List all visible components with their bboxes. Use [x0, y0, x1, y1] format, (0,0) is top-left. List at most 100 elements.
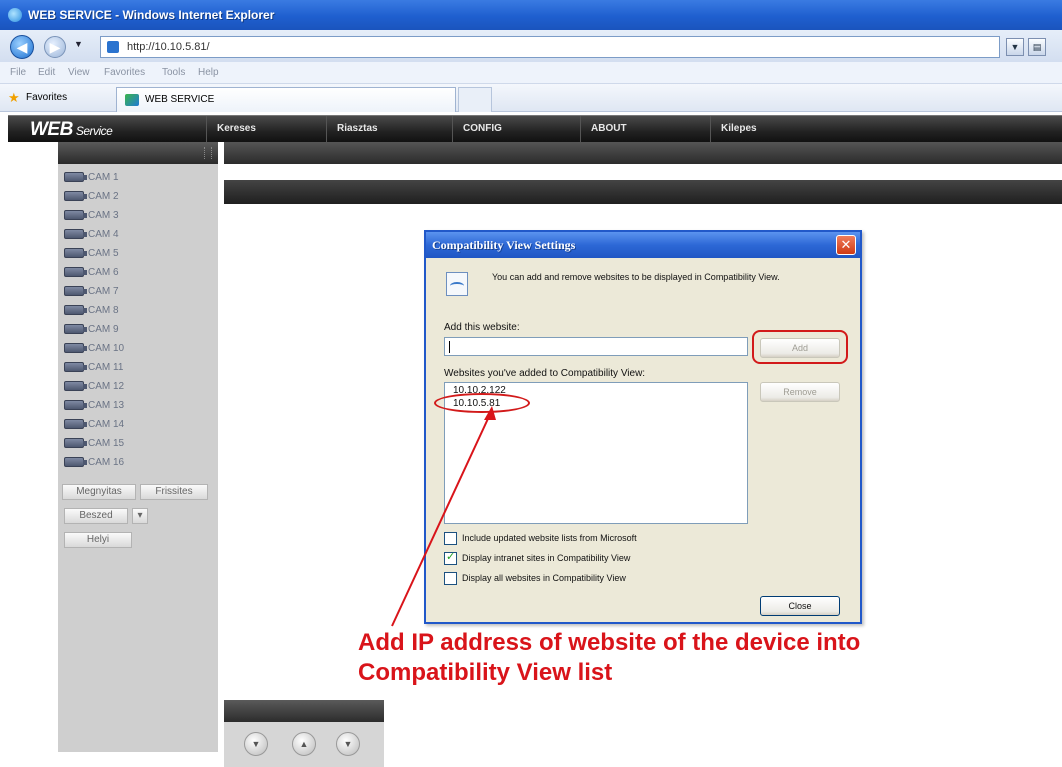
address-input[interactable]: http://10.10.5.81/: [100, 36, 1000, 58]
favorites-star-icon[interactable]: ★: [8, 91, 20, 104]
annotation-text: Add IP address of website of the device …: [358, 628, 1058, 688]
arrow-down-icon: ▼: [343, 739, 353, 749]
website-list-label: Websites you've added to Compatibility V…: [444, 368, 646, 379]
camera-item-6[interactable]: CAM 6: [64, 263, 119, 281]
camera-item-5[interactable]: CAM 5: [64, 244, 119, 262]
intranet-sites-checkbox[interactable]: [444, 550, 457, 565]
compatibility-view-icon: [446, 272, 468, 296]
site-favicon-icon: [125, 94, 139, 106]
back-button[interactable]: ◀: [10, 35, 34, 59]
menu-tools[interactable]: Tools: [162, 67, 185, 78]
camera-item-16[interactable]: CAM 16: [64, 453, 124, 471]
camera-panel-header: [58, 142, 218, 164]
camera-item-8[interactable]: CAM 8: [64, 301, 119, 319]
ptz-control-panel: ▼ ▲ ▼: [224, 700, 384, 767]
camera-icon: [64, 438, 87, 448]
menu-file[interactable]: File: [10, 67, 26, 78]
nav-config[interactable]: CONFIG: [452, 116, 578, 142]
camera-label: CAM 12: [88, 380, 125, 392]
chevron-down-icon: ▾: [137, 510, 143, 521]
camera-icon: [64, 324, 87, 334]
camera-icon: [64, 305, 87, 315]
dialog-info-text: You can add and remove websites to be di…: [492, 272, 780, 282]
arrow-up-icon: ▲: [299, 739, 309, 749]
app-nav-bar: WEB Service Kereses Riasztas CONFIG ABOUT…: [8, 115, 1062, 142]
nav-about[interactable]: ABOUT: [580, 116, 708, 142]
talk-button[interactable]: Beszed: [64, 508, 128, 524]
annotation-line-2: Compatibility View list: [358, 659, 613, 686]
dialog-close-x-button[interactable]: ✕: [836, 235, 856, 255]
camera-item-11[interactable]: CAM 11: [64, 358, 123, 376]
camera-label: CAM 13: [88, 399, 125, 411]
close-button[interactable]: Close: [760, 596, 840, 616]
camera-item-12[interactable]: CAM 12: [64, 377, 124, 395]
camera-label: CAM 4: [88, 228, 119, 240]
camera-icon: [64, 343, 87, 353]
address-url: http://10.10.5.81/: [127, 41, 210, 53]
camera-icon: [64, 191, 87, 201]
camera-icon: [64, 172, 87, 182]
camera-item-7[interactable]: CAM 7: [64, 282, 119, 300]
camera-label: CAM 6: [88, 266, 119, 278]
arrow-right-icon: ▶: [49, 39, 61, 55]
remove-button[interactable]: Remove: [760, 382, 840, 402]
camera-icon: [64, 381, 87, 391]
tab-web-service[interactable]: WEB SERVICE: [116, 87, 456, 112]
new-tab-button[interactable]: [458, 87, 492, 112]
panel-grip-icon[interactable]: [204, 147, 212, 159]
camera-item-13[interactable]: CAM 13: [64, 396, 124, 414]
ptz-down-left-button[interactable]: ▼: [244, 732, 268, 756]
camera-item-1[interactable]: CAM 1: [64, 168, 119, 186]
history-dropdown-icon[interactable]: ▼: [74, 39, 83, 49]
camera-item-14[interactable]: CAM 14: [64, 415, 124, 433]
arrow-down-icon: ▼: [251, 739, 261, 749]
all-websites-checkbox[interactable]: [444, 572, 457, 585]
web-service-logo: WEB Service: [30, 119, 113, 141]
text-caret: [449, 341, 450, 353]
camera-icon: [64, 267, 87, 277]
include-updated-lists-label: Include updated website lists from Micro…: [462, 533, 637, 543]
camera-icon: [64, 286, 87, 296]
annotation-line-1: Add IP address of website of the device …: [358, 629, 861, 656]
nav-kilepes[interactable]: Kilepes: [710, 116, 850, 142]
camera-label: CAM 10: [88, 342, 125, 354]
camera-icon: [64, 457, 87, 467]
forward-button[interactable]: ▶: [44, 36, 66, 58]
ptz-down-right-button[interactable]: ▼: [336, 732, 360, 756]
open-button[interactable]: Megnyitas: [62, 484, 136, 500]
add-website-input[interactable]: [444, 337, 748, 356]
nav-kereses[interactable]: Kereses: [206, 116, 324, 142]
camera-icon: [64, 229, 87, 239]
ie-logo-icon: [8, 8, 22, 22]
camera-label: CAM 2: [88, 190, 119, 202]
refresh-button[interactable]: Frissites: [140, 484, 208, 500]
menu-help[interactable]: Help: [198, 67, 219, 78]
nav-riasztas[interactable]: Riasztas: [326, 116, 450, 142]
include-updated-lists-checkbox[interactable]: [444, 532, 457, 545]
camera-item-4[interactable]: CAM 4: [64, 225, 119, 243]
camera-icon: [64, 362, 87, 372]
menu-edit[interactable]: Edit: [38, 67, 55, 78]
camera-label: CAM 15: [88, 437, 125, 449]
camera-icon: [64, 210, 87, 220]
camera-item-3[interactable]: CAM 3: [64, 206, 119, 224]
favorites-button[interactable]: Favorites: [26, 92, 67, 103]
talk-dropdown-button[interactable]: ▾: [132, 508, 148, 524]
camera-label: CAM 8: [88, 304, 119, 316]
content-toolbar-bar: [224, 180, 1062, 204]
camera-label: CAM 1: [88, 171, 119, 183]
camera-item-15[interactable]: CAM 15: [64, 434, 124, 452]
local-button[interactable]: Helyi: [64, 532, 132, 548]
ip-highlight-circle: [434, 393, 530, 413]
compatibility-view-button[interactable]: ▤: [1028, 38, 1046, 56]
ptz-up-button[interactable]: ▲: [292, 732, 316, 756]
address-dropdown-button[interactable]: ▼: [1006, 38, 1024, 56]
menu-view[interactable]: View: [68, 67, 90, 78]
arrow-left-icon: ◀: [16, 39, 28, 55]
camera-label: CAM 3: [88, 209, 119, 221]
menu-bar: File Edit View Favorites Tools Help: [0, 62, 1062, 84]
camera-item-10[interactable]: CAM 10: [64, 339, 124, 357]
menu-favorites[interactable]: Favorites: [104, 67, 145, 78]
camera-item-2[interactable]: CAM 2: [64, 187, 119, 205]
camera-item-9[interactable]: CAM 9: [64, 320, 119, 338]
